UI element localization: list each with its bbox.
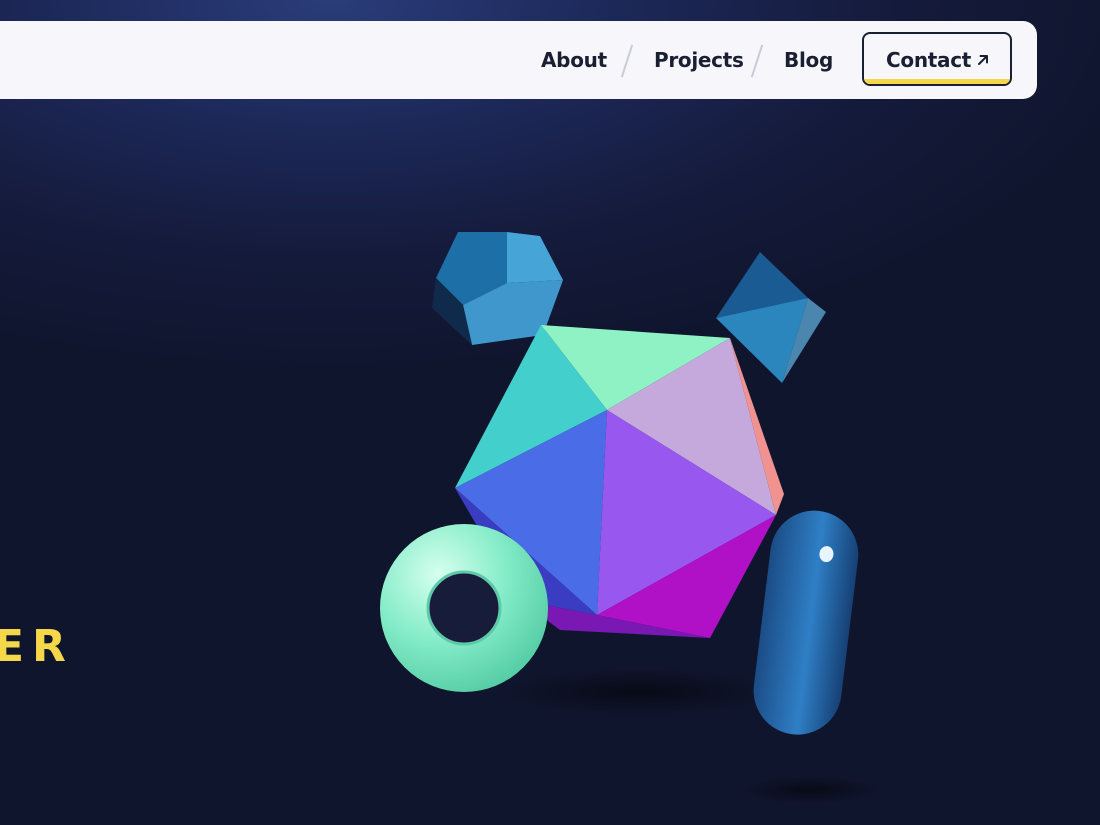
capsule — [753, 510, 859, 735]
contact-button-label: Contact — [886, 48, 972, 72]
hero-3d-illustration — [380, 232, 880, 804]
ground-shadow — [500, 668, 780, 716]
contact-button-underline — [864, 79, 1010, 84]
nav-link-blog[interactable]: Blog — [784, 46, 833, 74]
torus — [380, 524, 548, 692]
pill-shadow — [740, 776, 880, 804]
hero-heading: ER — [0, 621, 74, 672]
contact-button[interactable]: Contact — [862, 32, 1012, 86]
arrow-up-right-icon — [978, 55, 988, 65]
nav-link-about[interactable]: About — [541, 46, 607, 74]
nav-link-projects[interactable]: Projects — [654, 46, 744, 74]
